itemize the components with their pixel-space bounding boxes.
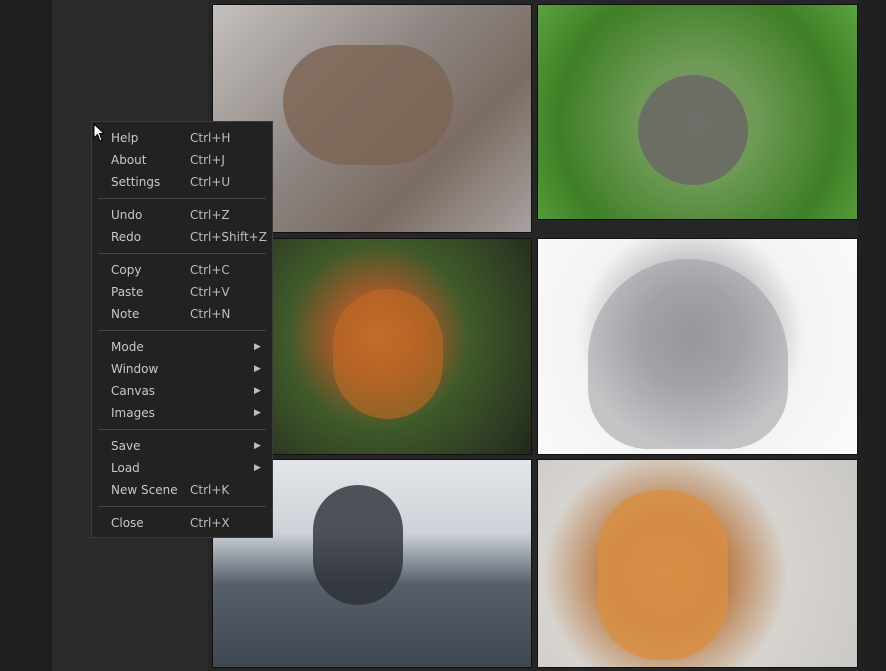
menu-separator (98, 506, 266, 507)
menu-item-label: Save (111, 439, 141, 453)
menu-item-label: Images (111, 406, 155, 420)
submenu-arrow-icon: ▶ (254, 386, 261, 396)
menu-item-shortcut: Ctrl+Shift+Z (190, 230, 267, 244)
left-toolbar-strip (0, 0, 52, 671)
menu-item-label: New Scene (111, 483, 178, 497)
menu-separator (98, 253, 266, 254)
menu-separator (98, 330, 266, 331)
menu-item-shortcut: Ctrl+U (190, 175, 231, 189)
menu-item-copy[interactable]: Copy Ctrl+C (92, 259, 272, 281)
menu-item-settings[interactable]: Settings Ctrl+U (92, 171, 272, 193)
menu-item-label: Canvas (111, 384, 156, 398)
submenu-arrow-icon: ▶ (254, 463, 261, 473)
menu-item-label: Paste (111, 285, 144, 299)
menu-separator (98, 429, 266, 430)
menu-item-shortcut: Ctrl+K (190, 483, 230, 497)
menu-item-window[interactable]: Window ▶ (92, 358, 272, 380)
menu-item-paste[interactable]: Paste Ctrl+V (92, 281, 272, 303)
tiger-photo (333, 289, 443, 419)
menu-item-images[interactable]: Images ▶ (92, 402, 272, 424)
menu-item-shortcut: Ctrl+N (190, 307, 231, 321)
context-menu: Help Ctrl+H About Ctrl+J Settings Ctrl+U… (91, 121, 273, 538)
menu-item-label: Close (111, 516, 144, 530)
menu-item-save[interactable]: Save ▶ (92, 435, 272, 457)
mouse-pointer-icon (93, 123, 106, 142)
menu-item-undo[interactable]: Undo Ctrl+Z (92, 204, 272, 226)
submenu-arrow-icon: ▶ (254, 441, 261, 451)
kitten-photo (598, 490, 728, 660)
menu-item-label: About (111, 153, 147, 167)
image-tile-kitten-in-grass[interactable] (537, 4, 858, 220)
menu-item-shortcut: Ctrl+Z (190, 208, 230, 222)
menu-item-shortcut: Ctrl+X (190, 516, 230, 530)
menu-item-shortcut: Ctrl+C (190, 263, 230, 277)
menu-item-shortcut: Ctrl+J (190, 153, 225, 167)
kitten-photo (313, 485, 403, 605)
menu-item-new-scene[interactable]: New Scene Ctrl+K (92, 479, 272, 501)
image-tile-grey-white-cat[interactable] (537, 238, 858, 455)
menu-item-label: Note (111, 307, 140, 321)
menu-item-canvas[interactable]: Canvas ▶ (92, 380, 272, 402)
menu-item-close[interactable]: Close Ctrl+X (92, 512, 272, 534)
menu-item-label: Load (111, 461, 140, 475)
menu-item-load[interactable]: Load ▶ (92, 457, 272, 479)
cat-photo (588, 259, 788, 449)
menu-separator (98, 198, 266, 199)
submenu-arrow-icon: ▶ (254, 364, 261, 374)
kitten-photo (638, 75, 748, 185)
image-tile-orange-kitten[interactable] (537, 459, 858, 668)
menu-item-help[interactable]: Help Ctrl+H (92, 127, 272, 149)
menu-item-label: Mode (111, 340, 144, 354)
kitten-photo (283, 45, 453, 165)
menu-item-shortcut: Ctrl+H (190, 131, 231, 145)
right-edge-panel (858, 0, 886, 671)
menu-item-note[interactable]: Note Ctrl+N (92, 303, 272, 325)
menu-item-label: Copy (111, 263, 142, 277)
menu-item-label: Undo (111, 208, 143, 222)
menu-item-label: Redo (111, 230, 142, 244)
menu-item-redo[interactable]: Redo Ctrl+Shift+Z (92, 226, 272, 248)
menu-item-label: Window (111, 362, 159, 376)
menu-item-label: Settings (111, 175, 161, 189)
menu-item-shortcut: Ctrl+V (190, 285, 230, 299)
menu-item-label: Help (111, 131, 139, 145)
submenu-arrow-icon: ▶ (254, 408, 261, 418)
submenu-arrow-icon: ▶ (254, 342, 261, 352)
menu-item-mode[interactable]: Mode ▶ (92, 336, 272, 358)
image-gallery (212, 4, 858, 668)
menu-item-about[interactable]: About Ctrl+J (92, 149, 272, 171)
